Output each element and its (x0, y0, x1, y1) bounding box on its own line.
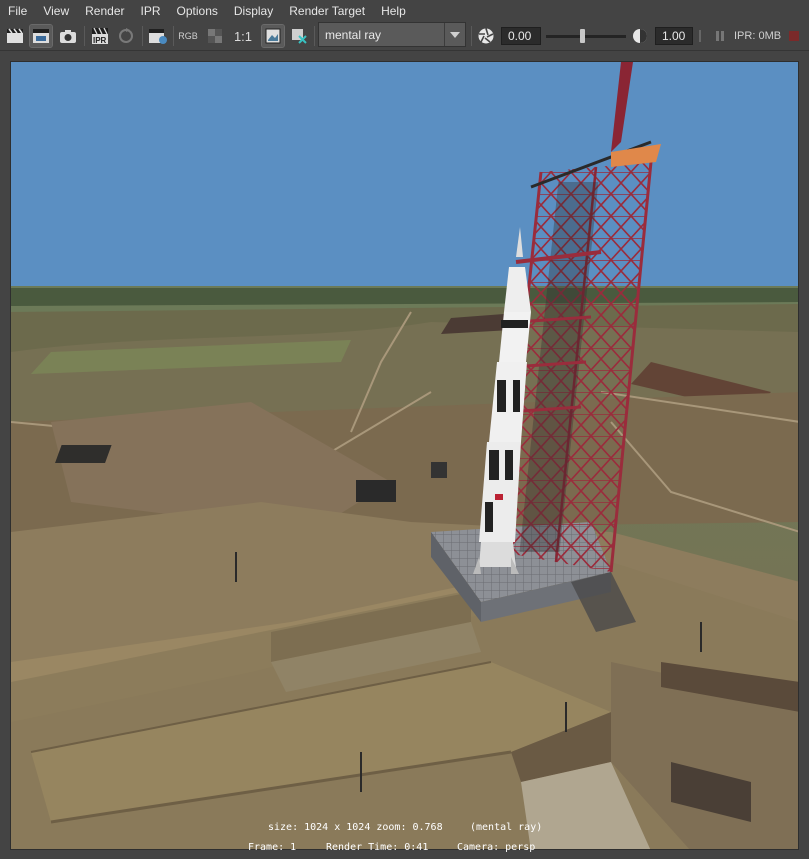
size-zoom-text: size: 1024 x 1024 zoom: 0.768 (268, 822, 443, 833)
snapshot-camera-icon[interactable] (57, 25, 79, 47)
menu-render[interactable]: Render (77, 0, 132, 22)
exposure-slider[interactable] (546, 35, 626, 38)
render-clapper-icon[interactable] (4, 25, 26, 47)
menu-file[interactable]: File (0, 0, 35, 22)
toolbar-separator (471, 26, 472, 46)
render-time-text: Render Time: 0:41 (326, 842, 429, 853)
renderer-status-text: (mental ray) (470, 822, 543, 833)
ipr-icon-label: IPR (93, 36, 107, 45)
render-region-icon[interactable] (147, 25, 169, 47)
ipr-memory-readout: IPR: 0MB (734, 30, 782, 42)
remove-image-icon[interactable] (288, 25, 310, 47)
gamma-icon[interactable] (629, 25, 651, 47)
divider-icon (695, 25, 705, 47)
ipr-icon[interactable]: IPR (89, 25, 111, 47)
render-viewport[interactable] (10, 61, 799, 850)
menu-render-target[interactable]: Render Target (281, 0, 373, 22)
toolbar-separator (84, 26, 85, 46)
exposure-slider-handle[interactable] (580, 29, 585, 43)
ratio-1to1-button[interactable]: 1:1 (231, 25, 255, 47)
toolbar-separator (173, 26, 174, 46)
menu-options[interactable]: Options (169, 0, 226, 22)
ipr-clapper-icon[interactable] (29, 24, 53, 48)
ipr-refresh-icon[interactable] (115, 25, 137, 47)
sky (11, 62, 798, 290)
menu-bar: File View Render IPR Options Display Ren… (0, 0, 809, 22)
menu-help[interactable]: Help (373, 0, 414, 22)
renderer-value: mental ray (325, 27, 382, 42)
rendered-image (11, 62, 798, 849)
toolbar-separator (142, 26, 143, 46)
rgb-label: RGB (178, 31, 198, 41)
exposure-input[interactable]: 0.00 (501, 27, 541, 45)
menu-display[interactable]: Display (226, 0, 281, 22)
ratio-label: 1:1 (233, 28, 253, 44)
alpha-channel-icon[interactable] (204, 25, 226, 47)
chevron-down-icon (444, 23, 465, 46)
camera-text: Camera: persp (457, 842, 536, 853)
exposure-icon[interactable] (475, 25, 497, 47)
stop-icon[interactable] (786, 25, 802, 47)
rgb-channel-icon[interactable]: RGB (176, 25, 200, 47)
gamma-input[interactable]: 1.00 (655, 27, 693, 45)
toolbar-separator (314, 26, 315, 46)
pause-icon[interactable] (712, 25, 728, 47)
renderer-dropdown[interactable]: mental ray (318, 22, 466, 47)
menu-ipr[interactable]: IPR (133, 0, 169, 22)
image-display-icon[interactable] (261, 24, 285, 48)
frame-text: Frame: 1 (248, 842, 297, 853)
menu-view[interactable]: View (35, 0, 77, 22)
